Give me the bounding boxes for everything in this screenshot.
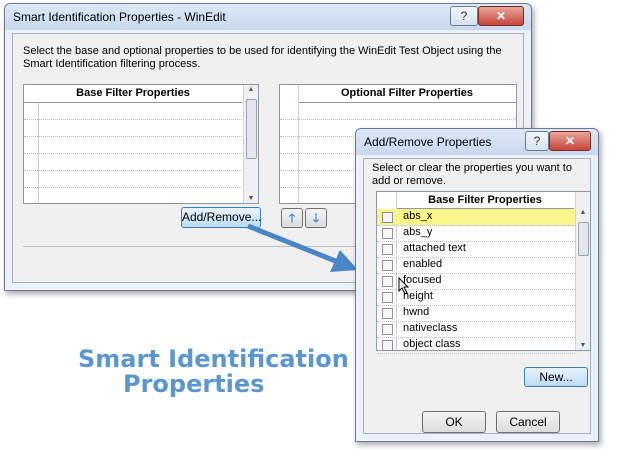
property-checkbox[interactable] <box>382 276 393 287</box>
property-checkbox[interactable] <box>382 228 393 239</box>
new-button[interactable]: New... <box>524 367 588 387</box>
callout-text: Smart Identification Properties <box>78 347 349 397</box>
optional-filter-header-label: Optional Filter Properties <box>340 87 474 99</box>
property-label: object class <box>403 338 461 350</box>
property-label: abs_y <box>403 226 433 238</box>
dialog-title: Smart Identification Properties - WinEdi… <box>13 10 226 24</box>
close-icon: ✕ <box>564 134 576 148</box>
property-checkbox[interactable] <box>382 260 393 271</box>
property-row[interactable]: object class <box>377 337 575 354</box>
property-checkbox[interactable] <box>382 292 393 303</box>
help-icon: ? <box>533 134 541 148</box>
close-icon: ✕ <box>495 9 507 23</box>
help-button[interactable]: ? <box>450 6 478 26</box>
new-label: New... <box>539 370 573 384</box>
property-checkbox[interactable] <box>382 340 393 351</box>
grid-row <box>24 187 242 188</box>
grid-row <box>24 170 242 171</box>
grid-row <box>280 119 516 120</box>
property-label: abs_x <box>403 210 433 222</box>
property-label: enabled <box>403 258 443 270</box>
property-row[interactable]: hwnd <box>377 305 575 322</box>
properties-list-header: Base Filter Properties <box>396 192 574 209</box>
property-row[interactable]: abs_y <box>377 225 575 242</box>
add-remove-properties-dialog: Add/Remove Properties ? ✕ Select or clea… <box>355 128 599 442</box>
arrow-up-icon: 🡑 <box>288 211 296 225</box>
callout-line-1: Smart Identification <box>78 345 349 373</box>
scrollbar-thumb[interactable] <box>246 99 257 159</box>
grid-row <box>24 153 242 154</box>
add-remove-button[interactable]: Add/Remove... <box>181 207 261 228</box>
scrollbar-thumb[interactable] <box>578 222 589 256</box>
property-checkbox[interactable] <box>382 324 393 335</box>
base-filter-header-label: Base Filter Properties <box>76 87 190 99</box>
title-bar[interactable]: Add/Remove Properties ? ✕ <box>356 129 598 155</box>
property-label: attached text <box>403 242 466 254</box>
grid-column-divider <box>298 85 299 203</box>
scroll-up-icon[interactable]: ▲ <box>576 209 590 216</box>
close-button[interactable]: ✕ <box>478 6 524 26</box>
property-label: nativeclass <box>403 322 458 334</box>
scroll-down-icon[interactable]: ▼ <box>244 195 258 202</box>
property-checkbox[interactable] <box>382 244 393 255</box>
callout-line-2: Properties <box>123 370 265 398</box>
base-grid-scrollbar[interactable]: ▲ ▼ <box>243 85 258 203</box>
property-row[interactable]: nativeclass <box>377 321 575 338</box>
help-button[interactable]: ? <box>525 131 549 151</box>
dialog-description: Select the base and optional properties … <box>23 45 502 70</box>
property-row[interactable]: enabled <box>377 257 575 274</box>
ok-button[interactable]: OK <box>422 411 486 433</box>
mouse-cursor-icon <box>398 277 410 295</box>
properties-list[interactable]: Base Filter Properties abs_x abs_yattache… <box>376 191 591 354</box>
property-row[interactable]: abs_x <box>377 209 575 226</box>
ok-label: OK <box>445 415 463 429</box>
optional-filter-header: Optional Filter Properties <box>298 85 516 103</box>
base-filter-header: Base Filter Properties <box>24 85 242 103</box>
property-checkbox[interactable] <box>382 308 393 319</box>
cancel-button[interactable]: Cancel <box>496 411 560 433</box>
move-up-button[interactable]: 🡑 <box>281 208 303 228</box>
help-icon: ? <box>460 9 468 23</box>
properties-list-scrollbar[interactable]: ▲ ▼ <box>575 192 590 350</box>
scroll-down-icon[interactable]: ▼ <box>576 342 590 349</box>
title-bar[interactable]: Smart Identification Properties - WinEdi… <box>5 4 531 30</box>
property-label: hwnd <box>403 306 430 318</box>
add-remove-label: Add/Remove... <box>182 210 262 224</box>
properties-list-header-label: Base Filter Properties <box>428 194 542 206</box>
close-button[interactable]: ✕ <box>549 131 591 151</box>
property-row[interactable]: attached text <box>377 241 575 258</box>
scroll-up-icon[interactable]: ▲ <box>244 86 258 93</box>
arrow-down-icon: 🡓 <box>312 211 320 225</box>
dialog-title: Add/Remove Properties <box>364 135 492 149</box>
dialog-client-area: Select or clear the properties you want … <box>363 158 591 434</box>
base-filter-grid[interactable]: Base Filter Properties ▲ ▼ <box>23 84 259 204</box>
grid-row <box>24 136 242 137</box>
property-checkbox[interactable] <box>382 212 393 223</box>
dialog-description: Select or clear the properties you want … <box>372 162 572 187</box>
move-down-button[interactable]: 🡓 <box>305 208 327 228</box>
cancel-label: Cancel <box>509 415 547 429</box>
grid-row <box>24 119 242 120</box>
